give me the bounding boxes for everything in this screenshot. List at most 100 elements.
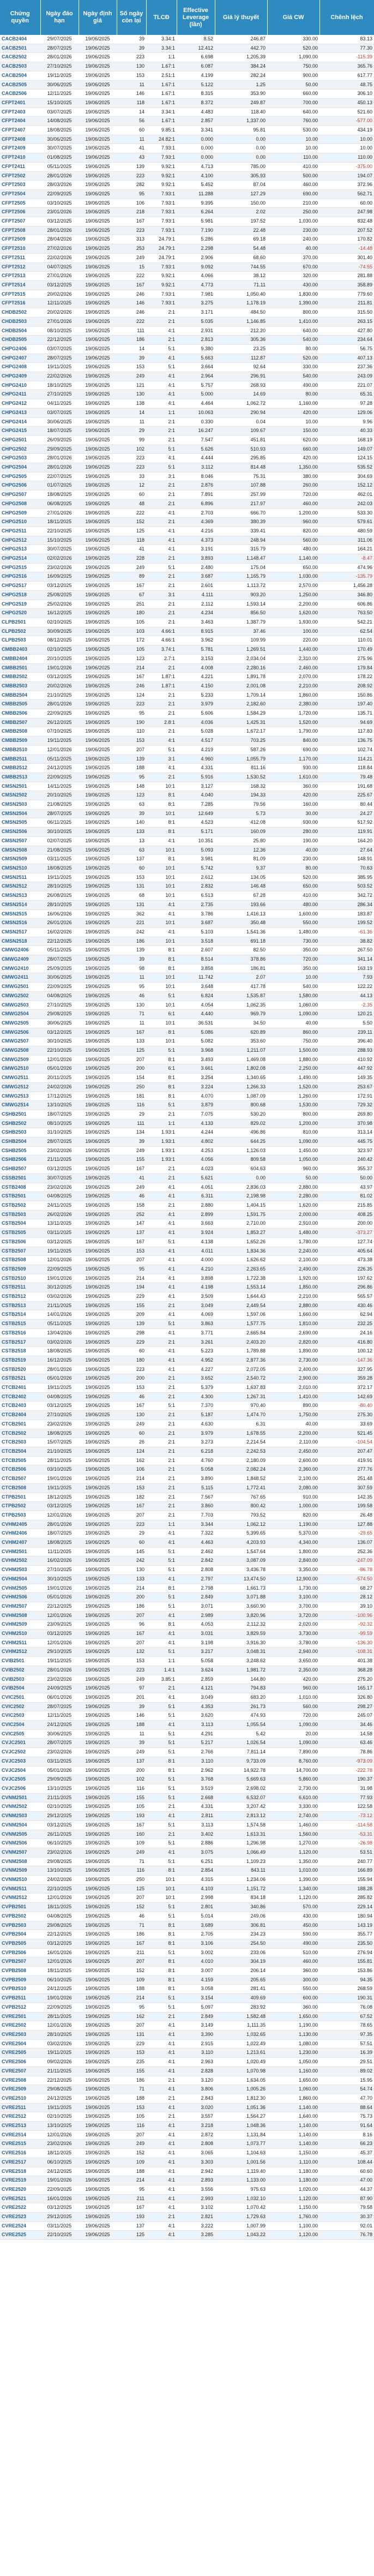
cell-valuation-date: 19/06/2025 [79, 1993, 117, 2003]
cell-maturity-date: 19/01/2026 [40, 1274, 79, 1284]
cell-cw-price: 240.00 [267, 235, 319, 245]
cell-conversion-ratio: 4:1 [146, 2221, 177, 2231]
cell-cw-price: 2,100.00 [267, 1474, 319, 1484]
cell-conversion-ratio: 10:1 [146, 982, 177, 992]
cell-cw-price: 2,240.00 [267, 1247, 319, 1256]
cell-days-remaining: 60 [117, 490, 146, 500]
cell-effective-leverage: 4.483 [177, 107, 215, 117]
cell-maturity-date: 05/11/2025 [40, 1319, 79, 1329]
cell-days-remaining: 313 [117, 235, 146, 245]
cell-days-remaining: 146 [117, 298, 146, 309]
cell-theoretical-price: 1,530.52 [215, 772, 267, 782]
cell-valuation-date: 19/06/2025 [79, 1921, 117, 1931]
cell-difference: 207.47 [319, 1447, 374, 1457]
cell-warrant-code: CFPT2516 [0, 298, 40, 309]
cell-conversion-ratio: 1.4:1 [146, 1666, 177, 1675]
cell-conversion-ratio: 5:1 [146, 1319, 177, 1329]
cell-valuation-date: 19/06/2025 [79, 417, 117, 427]
cell-cw-price: 3,350.00 [267, 1565, 319, 1575]
cell-warrant-code: CMBB2503 [0, 681, 40, 691]
cell-valuation-date: 19/06/2025 [79, 1948, 117, 1958]
cell-conversion-ratio: 9.92:1 [146, 271, 177, 281]
cell-conversion-ratio: 2:1 [146, 600, 177, 609]
cell-difference: 10.00 [319, 135, 374, 145]
cell-cw-price: 40.00 [267, 244, 319, 254]
cell-conversion-ratio: 2:1 [146, 1392, 177, 1402]
cell-valuation-date: 19/06/2025 [79, 180, 117, 190]
cell-days-remaining: 39 [117, 1137, 146, 1147]
cell-valuation-date: 19/06/2025 [79, 2112, 117, 2122]
cell-effective-leverage: 7.370 [177, 1401, 215, 1411]
cell-maturity-date: 28/01/2026 [40, 171, 79, 181]
cell-valuation-date: 19/06/2025 [79, 836, 117, 846]
cell-effective-leverage: 5.233 [177, 691, 215, 700]
cell-days-remaining: 251 [117, 600, 146, 609]
cell-effective-leverage: 6.087 [177, 62, 215, 71]
cell-warrant-code: CHDB2505 [0, 335, 40, 345]
cell-conversion-ratio: 5:1 [146, 1547, 177, 1557]
cell-difference: 129.06 [319, 408, 374, 418]
cell-valuation-date: 19/06/2025 [79, 945, 117, 956]
cell-warrant-code: CVJC2506 [0, 1784, 40, 1794]
cell-cw-price: 1,760.00 [267, 2212, 319, 2222]
cell-maturity-date: 01/07/2025 [40, 481, 79, 491]
cell-maturity-date: 06/10/2025 [40, 2158, 79, 2167]
cell-valuation-date: 19/06/2025 [79, 818, 117, 828]
cell-warrant-code: CMBB2511 [0, 754, 40, 764]
cell-conversion-ratio: 2:1 [146, 691, 177, 700]
cell-effective-leverage: 4.121 [177, 1684, 215, 1693]
cell-maturity-date: 05/01/2026 [40, 1766, 79, 1776]
cell-warrant-code: CSTB2505 [0, 1228, 40, 1238]
cell-theoretical-price: 109.99 [215, 636, 267, 646]
cell-effective-leverage: 5.103 [177, 927, 215, 937]
table-row: CVPB2511 19/01/2026 19/06/2025 214 5:1 3.154 4… [0, 1993, 374, 2003]
cell-valuation-date: 19/06/2025 [79, 1738, 117, 1748]
cell-difference: 38.82 [319, 937, 374, 946]
cell-cw-price: 2,360.00 [267, 1465, 319, 1475]
table-row: CFPT2511 22/02/2026 19/06/2025 249 24.79:1 2.… [0, 253, 374, 263]
cell-days-remaining: 95 [117, 709, 146, 718]
cell-cw-price: 5,370.00 [267, 1529, 319, 1539]
cell-effective-leverage: 7.547 [177, 435, 215, 445]
cell-theoretical-price: 254.50 [215, 1939, 267, 1949]
cell-difference: 288.93 [319, 1046, 374, 1056]
cell-difference: 535.52 [319, 463, 374, 472]
cell-cw-price: 460.00 [267, 1957, 319, 1967]
cell-conversion-ratio: 10:1 [146, 882, 177, 892]
cell-maturity-date: 22/12/2025 [40, 2076, 79, 2086]
cell-effective-leverage: 3.493 [177, 1055, 215, 1065]
cell-warrant-code: CVHM2505 [0, 1584, 40, 1593]
cell-theoretical-price: 1,637.83 [215, 1383, 267, 1393]
cell-valuation-date: 19/06/2025 [79, 1310, 117, 1320]
cell-maturity-date: 29/08/2025 [40, 1921, 79, 1931]
cell-maturity-date: 23/02/2026 [40, 1675, 79, 1685]
cell-days-remaining: 214 [117, 1474, 146, 1484]
cell-effective-leverage: 4.054 [177, 1001, 215, 1010]
cell-theoretical-price: 1,007.99 [215, 2221, 267, 2231]
cell-maturity-date: 03/11/2025 [40, 2221, 79, 2231]
cell-warrant-code: CVHM2504 [0, 1574, 40, 1584]
cell-warrant-code: CSTB2514 [0, 1310, 40, 1320]
cell-maturity-date: 23/09/2025 [40, 1620, 79, 1630]
cell-valuation-date: 19/06/2025 [79, 1547, 117, 1557]
cell-cw-price: 1,810.00 [267, 1319, 319, 1329]
cell-conversion-ratio: 4:1 [146, 2203, 177, 2213]
cell-conversion-ratio: 2:1 [146, 1456, 177, 1466]
cell-maturity-date: 20/11/2025 [40, 1073, 79, 1083]
cell-valuation-date: 19/06/2025 [79, 1848, 117, 1858]
table-row: CMSN2504 28/07/2025 19/06/2025 39 10:1 12.649… [0, 809, 374, 819]
cell-days-remaining: 246 [117, 681, 146, 691]
cell-valuation-date: 19/06/2025 [79, 1155, 117, 1165]
cell-effective-leverage: 0.000 [177, 143, 215, 154]
cell-valuation-date: 19/06/2025 [79, 1565, 117, 1575]
table-row: CSTB2502 24/11/2025 19/06/2025 158 2:1 2.880 1… [0, 1201, 374, 1211]
cell-conversion-ratio: 2:1 [146, 608, 177, 618]
cell-warrant-code: CVJC2503 [0, 1757, 40, 1766]
cell-valuation-date: 19/06/2025 [79, 1483, 117, 1493]
table-row: CMSN2510 18/08/2025 19/06/2025 60 10:1 5.742 9… [0, 864, 374, 873]
cell-theoretical-price: 246.87 [215, 35, 267, 44]
cell-warrant-code: CSHB2501 [0, 1110, 40, 1119]
cell-difference: 277.76 [319, 1465, 374, 1475]
cell-conversion-ratio: 10:1 [146, 782, 177, 792]
cell-valuation-date: 19/06/2025 [79, 1356, 117, 1365]
